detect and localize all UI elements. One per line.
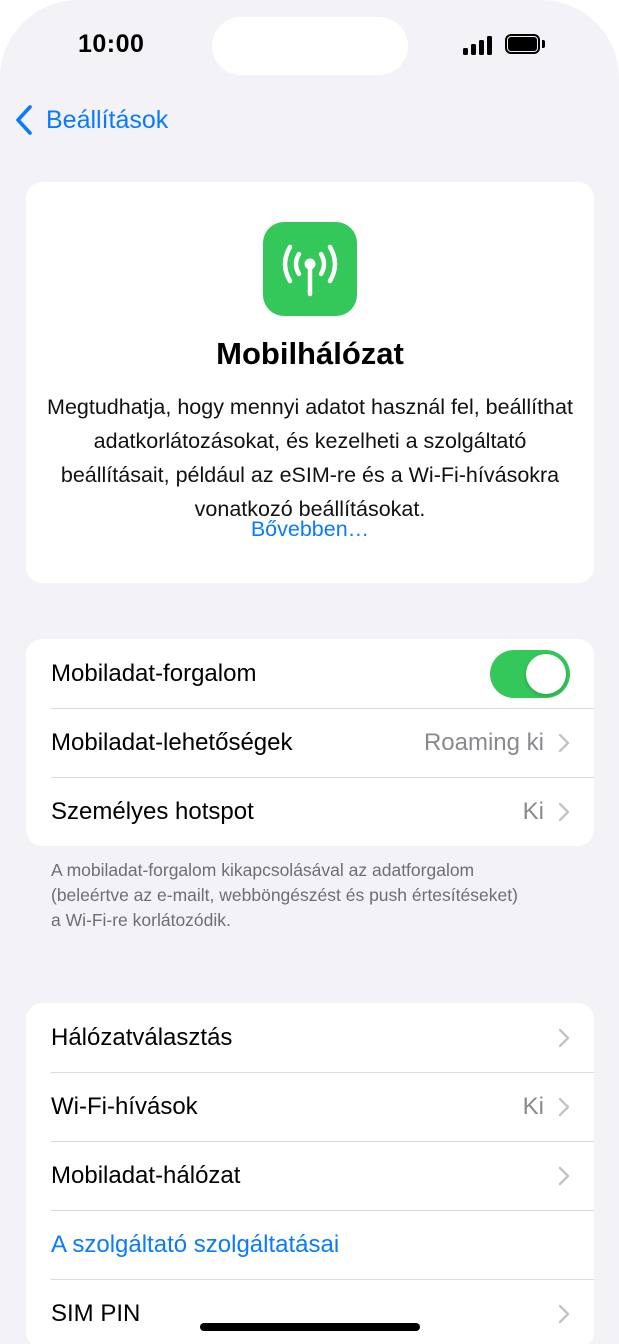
hero-description: Megtudhatja, hogy mennyi adatot használ … [47,395,573,521]
carrier-settings-group: Hálózatválasztás Wi-Fi-hívások Ki Mobila… [26,1003,594,1344]
status-time: 10:00 [78,30,145,58]
personal-hotspot-row[interactable]: Személyes hotspot Ki [26,777,594,846]
chevron-right-icon [558,802,570,821]
chevron-right-icon [558,1097,570,1116]
battery-icon [505,34,545,54]
row-label: Mobiladat-forgalom [51,659,257,687]
status-bar: 10:00 [0,0,619,90]
row-label: Hálózatválasztás [51,1023,233,1051]
row-value: Roaming ki [423,728,544,756]
wifi-calling-row[interactable]: Wi-Fi-hívások Ki [26,1072,594,1141]
row-label: Mobiladat-lehetőségek [51,728,293,756]
cellular-data-group: Mobiladat-forgalom Mobiladat-lehetőségek… [26,639,594,846]
row-value: Ki [522,1092,544,1120]
network-selection-row[interactable]: Hálózatválasztás [26,1003,594,1072]
row-label: Mobiladat-hálózat [51,1161,241,1189]
cellular-data-toggle[interactable] [490,649,570,698]
cellular-data-options-row[interactable]: Mobiladat-lehetőségek Roaming ki [26,708,594,777]
chevron-right-icon [558,1304,570,1323]
home-indicator[interactable] [200,1323,420,1331]
dynamic-island [212,17,408,75]
page-title: Mobilhálózat [216,336,404,371]
chevron-right-icon [558,1028,570,1047]
row-label: Személyes hotspot [51,797,254,825]
cellular-signal-icon [463,35,495,55]
row-label: Wi-Fi-hívások [51,1092,198,1120]
device-screen: 10:00 Beállítások Mobilhálózat Megtudhat… [0,0,619,1344]
cellular-data-footnote: A mobiladat-forgalom kikapcsolásával az … [51,860,518,930]
carrier-services-link[interactable]: A szolgáltató szolgáltatásai [51,1231,570,1259]
row-value: Ki [522,797,544,825]
antenna-radiowaves-icon [263,222,357,316]
chevron-right-icon [558,1166,570,1185]
carrier-services-row[interactable]: A szolgáltató szolgáltatásai [26,1210,594,1279]
chevron-left-icon [16,105,32,135]
back-button-label: Beállítások [46,105,169,134]
learn-more-link[interactable]: Bővebben… [26,517,594,542]
hero-card: Mobilhálózat Megtudhatja, hogy mennyi ad… [26,182,594,583]
back-button[interactable]: Beállítások [12,100,168,140]
cellular-data-network-row[interactable]: Mobiladat-hálózat [26,1141,594,1210]
chevron-right-icon [558,733,570,752]
sim-pin-row[interactable]: SIM PIN [26,1279,594,1344]
cellular-data-row[interactable]: Mobiladat-forgalom [26,639,594,708]
